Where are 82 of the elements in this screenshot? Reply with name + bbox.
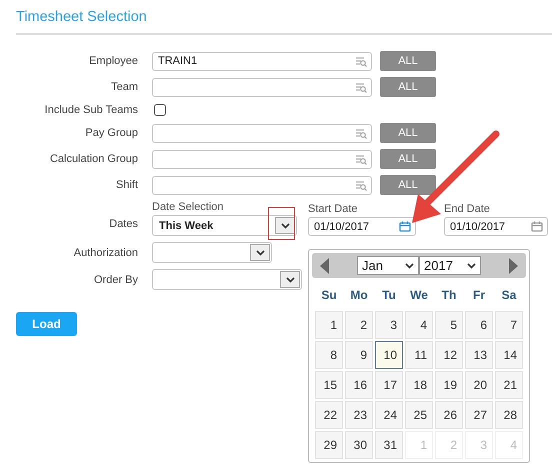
calendar-day[interactable]: 27 — [465, 401, 493, 429]
lookup-icon[interactable] — [355, 180, 367, 190]
calendar-day[interactable]: 23 — [345, 401, 373, 429]
input-field[interactable] — [152, 78, 372, 96]
weekday-label: Mo — [349, 287, 369, 304]
calendar-day[interactable]: 17 — [375, 371, 403, 399]
calendar-day[interactable]: 21 — [495, 371, 523, 399]
lookup-icon[interactable] — [355, 128, 367, 138]
field-label: Dates — [109, 218, 138, 230]
dropdown-button[interactable] — [280, 271, 300, 288]
dropdown-button[interactable] — [250, 244, 270, 261]
field-label: Calculation Group — [50, 153, 138, 165]
dropdown-value: 2017 — [424, 258, 453, 273]
calendar-day[interactable]: 20 — [465, 371, 493, 399]
calendar-day[interactable]: 2 — [345, 311, 373, 339]
calendar-day[interactable]: 26 — [435, 401, 463, 429]
calendar-day[interactable]: 12 — [435, 341, 463, 369]
calendar-day[interactable]: 6 — [465, 311, 493, 339]
input-field[interactable] — [152, 124, 372, 142]
calendar-day[interactable]: 1 — [315, 311, 343, 339]
calendar-day[interactable]: 5 — [435, 311, 463, 339]
calendar-day[interactable]: 8 — [315, 341, 343, 369]
calendar-day[interactable]: 31 — [375, 431, 403, 459]
weekday-label: Su — [320, 287, 338, 304]
calendar-day[interactable]: 24 — [375, 401, 403, 429]
calendar-day[interactable]: 28 — [495, 401, 523, 429]
input-field[interactable] — [152, 150, 372, 168]
calendar-day[interactable]: 30 — [345, 431, 373, 459]
caret-icon — [286, 276, 294, 282]
year-dropdown[interactable]: 2017 — [419, 256, 481, 275]
lookup-icon[interactable] — [355, 82, 367, 92]
calendar-icon[interactable] — [531, 221, 543, 232]
date-field[interactable]: 01/10/2017 — [444, 217, 548, 236]
calendar-day[interactable]: 3 — [375, 311, 403, 339]
dropdown-value: Jan — [362, 258, 383, 273]
page-title: Timesheet Selection — [15, 8, 147, 27]
weekday-label: We — [409, 287, 429, 304]
calendar-day[interactable]: 14 — [495, 341, 523, 369]
calendar-day[interactable]: 19 — [435, 371, 463, 399]
calendar-day[interactable]: 22 — [315, 401, 343, 429]
field-label: Shift — [116, 179, 138, 191]
field-label: End Date — [444, 203, 491, 215]
caret-icon — [405, 262, 414, 268]
calendar-day[interactable]: 25 — [405, 401, 433, 429]
weekday-label: Sa — [500, 287, 518, 304]
checkbox[interactable] — [154, 104, 166, 116]
date-field[interactable]: 01/10/2017 — [308, 217, 416, 236]
calendar-day[interactable]: 16 — [345, 371, 373, 399]
weekday-label: Tu — [381, 287, 397, 304]
calendar-day[interactable]: 18 — [405, 371, 433, 399]
input-field[interactable] — [152, 176, 372, 194]
field-label: Order By — [94, 274, 138, 286]
field-label: Date Selection — [152, 201, 225, 213]
lookup-icon[interactable] — [355, 56, 367, 66]
calendar-day[interactable]: 29 — [315, 431, 343, 459]
calendar-day[interactable]: 13 — [465, 341, 493, 369]
weekday-label: Fr — [472, 287, 486, 304]
field-label: Team — [111, 81, 138, 93]
caret-icon — [280, 222, 290, 228]
calendar-day[interactable]: 10 — [375, 341, 403, 369]
dropdown[interactable]: This Week — [152, 215, 297, 236]
field-label: Start Date — [308, 203, 359, 215]
caret-icon — [256, 250, 264, 256]
calendar-day[interactable]: 4 — [405, 311, 433, 339]
lookup-icon[interactable] — [355, 154, 367, 164]
calendar-day[interactable]: 9 — [345, 341, 373, 369]
dropdown-button[interactable] — [275, 217, 295, 234]
field-label: Include Sub Teams — [44, 104, 138, 116]
previous-month-icon[interactable] — [320, 258, 330, 274]
weekday-label: Th — [440, 287, 458, 304]
caret-icon — [467, 262, 476, 268]
field-label: Employee — [89, 55, 138, 67]
input-field[interactable]: TRAIN1 — [152, 52, 372, 70]
dropdown-value: This Week — [159, 220, 214, 232]
field-label: Pay Group — [85, 127, 138, 139]
calendar-day[interactable]: 7 — [495, 311, 523, 339]
month-dropdown[interactable]: Jan — [357, 256, 419, 275]
calendar-day[interactable]: 15 — [315, 371, 343, 399]
calendar-icon[interactable] — [399, 221, 411, 232]
field-label: Authorization — [74, 246, 138, 258]
calendar-day[interactable]: 11 — [405, 341, 433, 369]
next-month-icon[interactable] — [508, 258, 518, 274]
